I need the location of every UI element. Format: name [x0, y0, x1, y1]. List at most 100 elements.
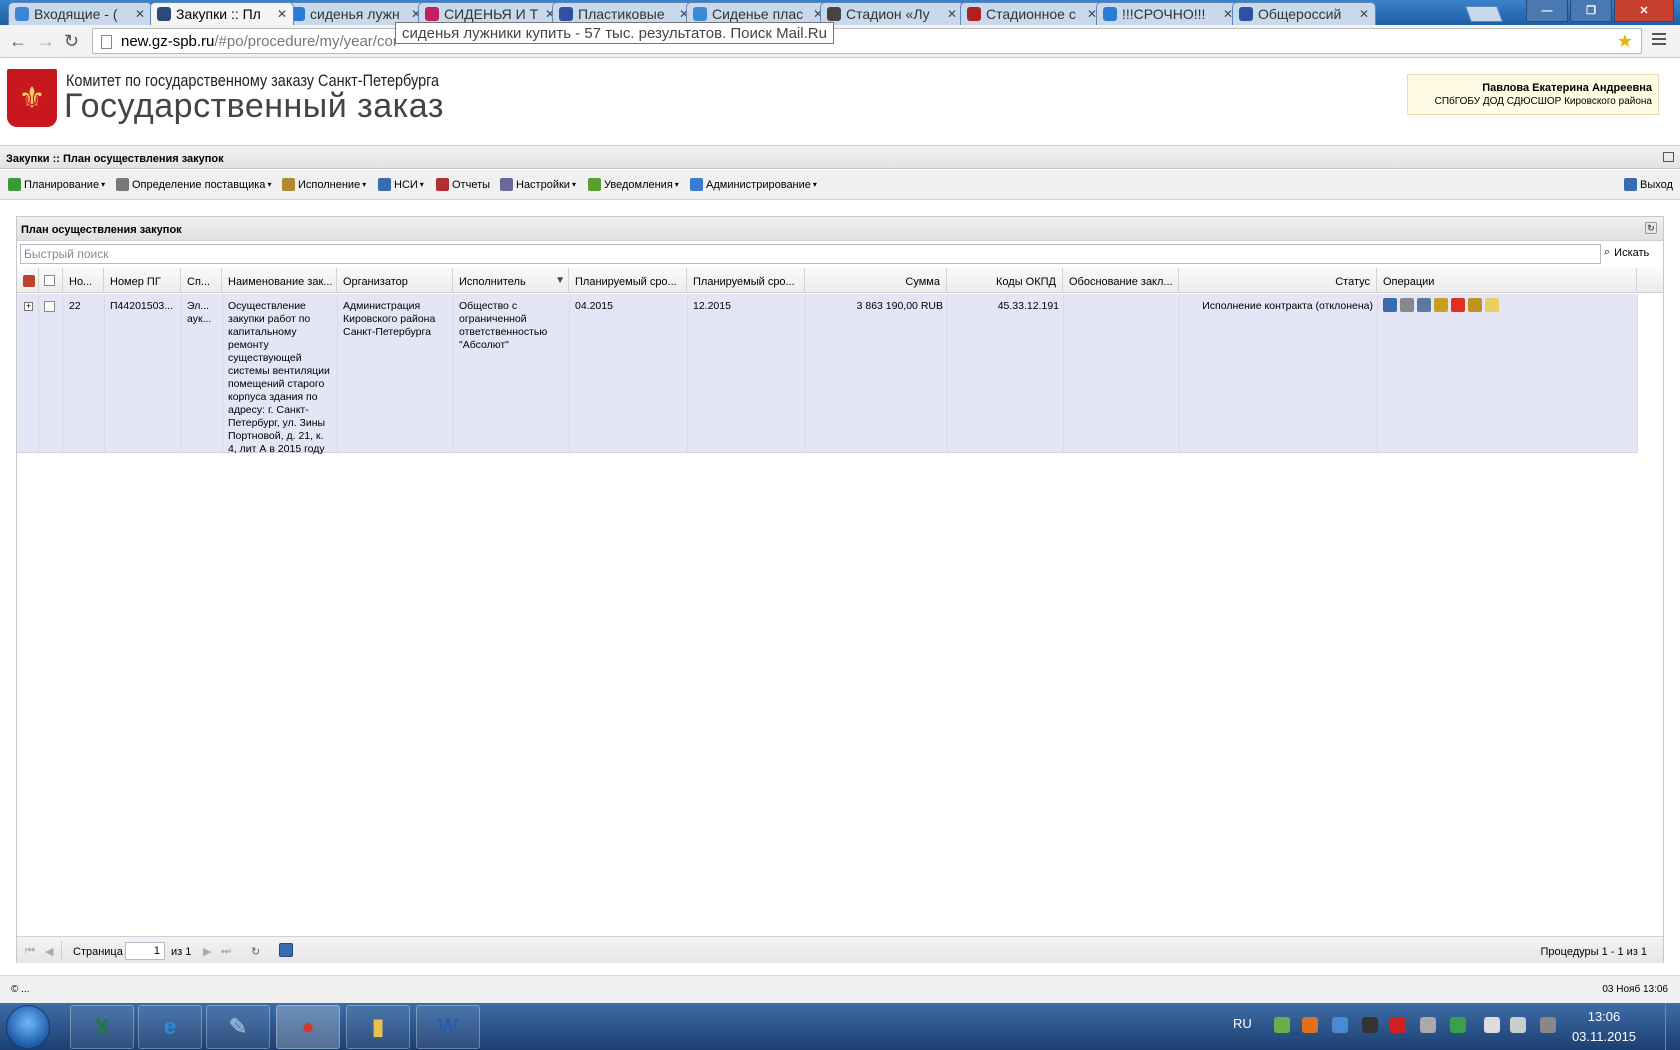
select-all-checkbox[interactable] [44, 275, 55, 286]
first-page-icon[interactable]: ⏮ [25, 945, 35, 958]
column-header[interactable]: Обоснование закл... [1063, 268, 1179, 293]
chart-icon[interactable] [1383, 298, 1397, 312]
close-window-icon[interactable]: ✕ [1614, 0, 1674, 22]
ie-taskbar-button[interactable]: e [138, 1005, 202, 1049]
menu-item[interactable]: Планирование ▾ [8, 178, 105, 191]
menu-item[interactable]: НСИ ▾ [378, 178, 424, 191]
back-icon[interactable]: ← [9, 31, 27, 52]
column-header[interactable]: Коды ОКПД [947, 268, 1063, 293]
kaspersky-tray-icon[interactable] [1390, 1017, 1406, 1033]
document-icon[interactable] [1417, 298, 1431, 312]
minimize-window-icon[interactable]: — [1526, 0, 1568, 22]
ie-icon: e [163, 1014, 177, 1039]
address-bar[interactable]: new.gz-spb.ru/#po/procedure/my/year/cor … [92, 28, 1642, 54]
close-tab-icon[interactable]: ✕ [277, 7, 287, 21]
refresh-panel-icon[interactable]: ↻ [1645, 222, 1657, 234]
column-header[interactable]: Организатор [337, 268, 453, 293]
prev-page-icon[interactable]: ◀ [45, 945, 53, 958]
browser-tab-title: сиденья лужн [310, 6, 400, 22]
browser-tab[interactable]: !!!СРОЧНО!!! ✕ [1096, 2, 1240, 25]
explorer-taskbar-button[interactable]: ▮ [346, 1005, 410, 1049]
browser-tab[interactable]: Входящие - (✕ [8, 2, 152, 25]
forward-icon[interactable]: → [37, 31, 55, 52]
menu-item[interactable]: Определение поставщика ▾ [116, 178, 271, 191]
close-tab-icon[interactable]: ✕ [135, 7, 145, 21]
bookmark-star-icon[interactable]: ★ [1617, 31, 1633, 52]
close-tab-icon[interactable]: ✕ [1359, 7, 1369, 21]
reload-icon[interactable]: ↻ [251, 945, 260, 958]
save-icon[interactable] [279, 943, 293, 957]
table-row[interactable]: +22 П44201503... Эл... аук... Осуществление… [17, 294, 1638, 455]
procurement-plan-panel: План осуществления закупок ↻ ⌕ Искать Но… [16, 216, 1664, 963]
paint-taskbar-button[interactable]: ✎ [206, 1005, 270, 1049]
user-icon [690, 178, 703, 191]
exit-button[interactable]: Выход [1624, 178, 1673, 191]
language-indicator[interactable]: RU [1233, 1016, 1252, 1031]
column-header[interactable]: Но... [63, 268, 104, 293]
column-header[interactable]: Исполнитель ▼ [453, 268, 569, 293]
column-header[interactable]: Операции [1377, 268, 1637, 293]
minimize-icon[interactable] [1663, 152, 1674, 162]
monitor-tray-icon[interactable] [1332, 1017, 1348, 1033]
globe-icon [1103, 7, 1117, 21]
excel-taskbar-button[interactable]: X [70, 1005, 134, 1049]
menu-item-label: НСИ [394, 178, 418, 191]
menu-item[interactable]: Уведомления ▾ [588, 178, 679, 191]
clear-filter-icon[interactable] [23, 275, 35, 287]
expand-row-icon[interactable]: + [24, 302, 33, 311]
stop-icon[interactable] [1451, 298, 1465, 312]
column-separator [453, 294, 454, 453]
gears-icon[interactable] [1400, 298, 1414, 312]
column-header[interactable]: Наименование зак... [222, 268, 337, 293]
key-icon[interactable] [1434, 298, 1448, 312]
connection-tray-icon[interactable] [1484, 1017, 1500, 1033]
module-title-bar: Закупки :: План осуществления закупок [0, 145, 1680, 169]
word-icon: W [437, 1014, 459, 1039]
close-tab-icon[interactable]: ✕ [947, 7, 957, 21]
menu-item[interactable]: Исполнение ▾ [282, 178, 366, 191]
browser-tab[interactable]: Стадион «Лу ✕ [820, 2, 964, 25]
word-taskbar-button[interactable]: W [416, 1005, 480, 1049]
browser-tab[interactable]: Общероссий ✕ [1232, 2, 1376, 25]
quick-search-input[interactable] [20, 244, 1601, 264]
filter-icon[interactable]: ▼ [555, 275, 565, 286]
browser-tab-title: Стадионное с [986, 6, 1076, 22]
column-header[interactable]: Планируемый сро... [569, 268, 687, 293]
notes-icon[interactable] [1485, 298, 1499, 312]
power-tray-icon[interactable] [1540, 1017, 1556, 1033]
column-header[interactable]: Статус [1179, 268, 1377, 293]
menu-item[interactable]: Отчеты [436, 178, 490, 191]
row-checkbox[interactable] [44, 301, 55, 312]
chrome-taskbar-button[interactable]: ● [276, 1005, 340, 1049]
flag-tray-icon[interactable] [1420, 1017, 1436, 1033]
browser-menu-icon[interactable] [1652, 33, 1666, 48]
new-tab-button[interactable] [1465, 6, 1503, 22]
camera-tray-icon[interactable] [1362, 1017, 1378, 1033]
copyright: © ... [11, 984, 30, 995]
network-tray-icon[interactable] [1274, 1017, 1290, 1033]
page-number-input[interactable] [125, 942, 165, 960]
browser-tab[interactable]: Стадионное с ✕ [960, 2, 1104, 25]
reload-icon[interactable]: ↻ [64, 31, 79, 52]
column-header[interactable]: Номер ПГ [104, 268, 181, 293]
clock[interactable]: 13:06 03.11.2015 [1564, 1007, 1644, 1047]
start-button[interactable] [6, 1005, 50, 1049]
maximize-window-icon[interactable]: ❐ [1570, 0, 1612, 22]
scroll-icon[interactable] [1468, 298, 1482, 312]
volume-tray-icon[interactable] [1510, 1017, 1526, 1033]
avast-tray-icon[interactable] [1302, 1017, 1318, 1033]
column-header-label: Статус [1335, 276, 1370, 288]
show-desktop-button[interactable] [1665, 1003, 1680, 1050]
column-header[interactable]: Планируемый сро... [687, 268, 805, 293]
next-page-icon[interactable]: ▶ [203, 945, 211, 958]
column-separator [569, 294, 570, 453]
column-header[interactable]: Сп... [181, 268, 222, 293]
browser-tab[interactable]: Закупки :: Пл ✕ [150, 2, 294, 25]
update-tray-icon[interactable] [1450, 1017, 1466, 1033]
menu-item[interactable]: Настройки ▾ [500, 178, 576, 191]
column-header[interactable]: Сумма [805, 268, 947, 293]
menu-item[interactable]: Администрирование ▾ [690, 178, 817, 191]
gears-icon [116, 178, 129, 191]
last-page-icon[interactable]: ⏭ [221, 945, 231, 958]
search-button[interactable]: ⌕ Искать [1604, 246, 1649, 259]
